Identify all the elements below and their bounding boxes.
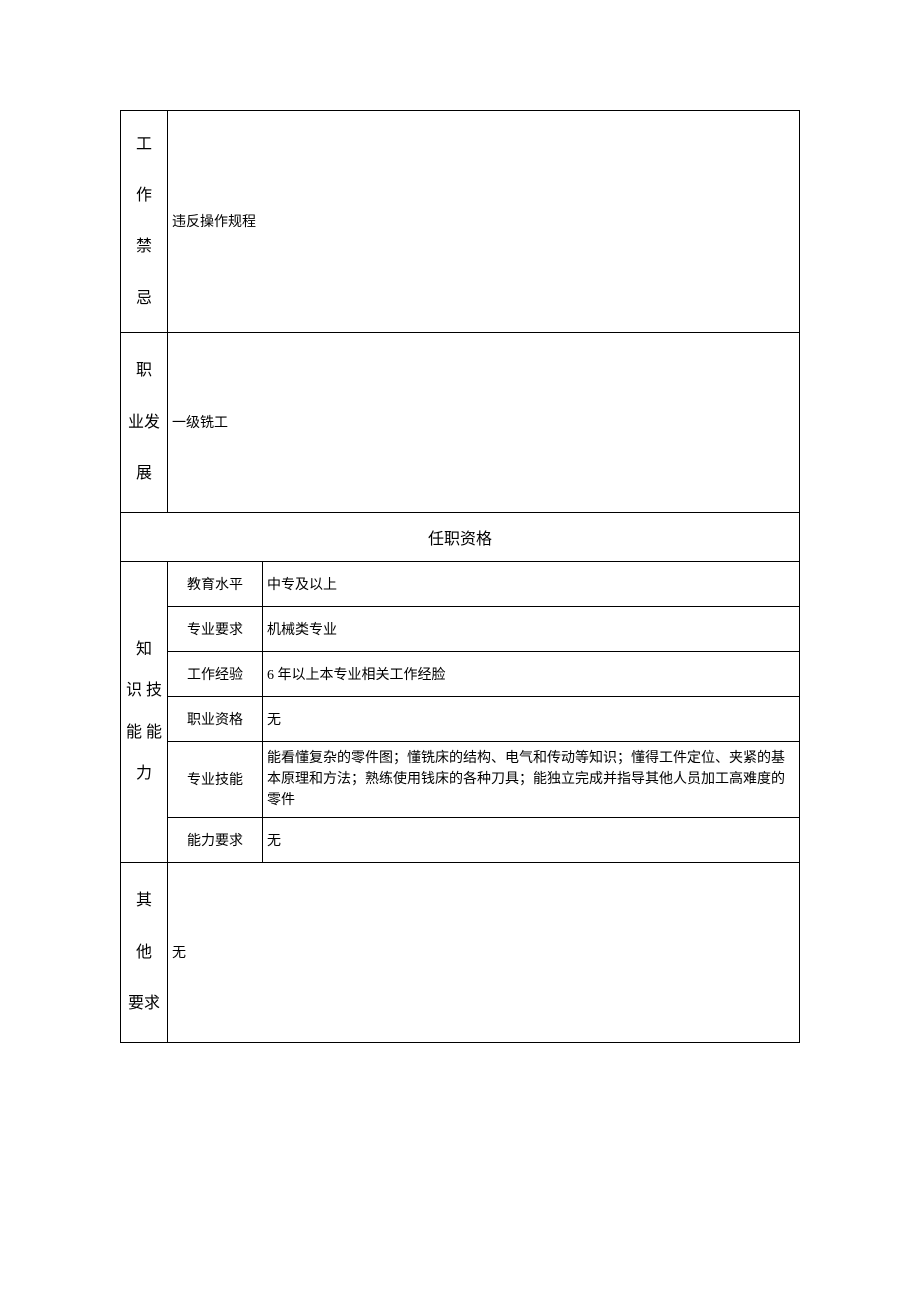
knowledge-label: 知 识 技 能 能 力 — [121, 561, 168, 862]
label-char: 知 — [136, 629, 152, 671]
row-taboo-label: 工 作 禁 忌 — [121, 111, 168, 333]
other-value: 无 — [168, 862, 800, 1042]
skill-label: 专业技能 — [168, 741, 263, 817]
label-char: 要求 — [128, 978, 160, 1029]
exp-value: 6 年以上本专业相关工作经脸 — [263, 651, 800, 696]
label-char: 展 — [136, 448, 152, 499]
label-char: 工 — [136, 119, 152, 170]
cert-value: 无 — [263, 696, 800, 741]
label-char: 能 能 — [126, 712, 162, 754]
cert-label: 职业资格 — [168, 696, 263, 741]
skill-value: 能看懂复杂的零件图；懂铣床的结构、电气和传动等知识；懂得工件定位、夹紧的基本原理… — [263, 741, 800, 817]
label-char: 其 — [136, 875, 152, 926]
exp-label: 工作经验 — [168, 651, 263, 696]
label-char: 忌 — [136, 273, 152, 324]
label-char: 职 — [136, 345, 152, 396]
ability-value: 无 — [263, 817, 800, 862]
qualification-header: 任职资格 — [121, 512, 800, 561]
other-label: 其 他 要求 — [121, 862, 168, 1042]
ability-label: 能力要求 — [168, 817, 263, 862]
row-taboo-value: 违反操作规程 — [168, 111, 800, 333]
edu-label: 教育水平 — [168, 561, 263, 606]
row-career-value: 一级铣工 — [168, 332, 800, 512]
label-char: 识 技 — [126, 670, 162, 712]
edu-value: 中专及以上 — [263, 561, 800, 606]
label-char: 力 — [136, 753, 152, 795]
label-char: 禁 — [136, 221, 152, 272]
row-career-label: 职 业发 展 — [121, 332, 168, 512]
major-value: 机械类专业 — [263, 606, 800, 651]
label-char: 业发 — [128, 397, 160, 448]
job-spec-table: 工 作 禁 忌 违反操作规程 职 业发 展 一级铣工 任职资格 知 识 技 — [120, 110, 800, 1043]
label-char: 作 — [136, 170, 152, 221]
major-label: 专业要求 — [168, 606, 263, 651]
label-char: 他 — [136, 927, 152, 978]
